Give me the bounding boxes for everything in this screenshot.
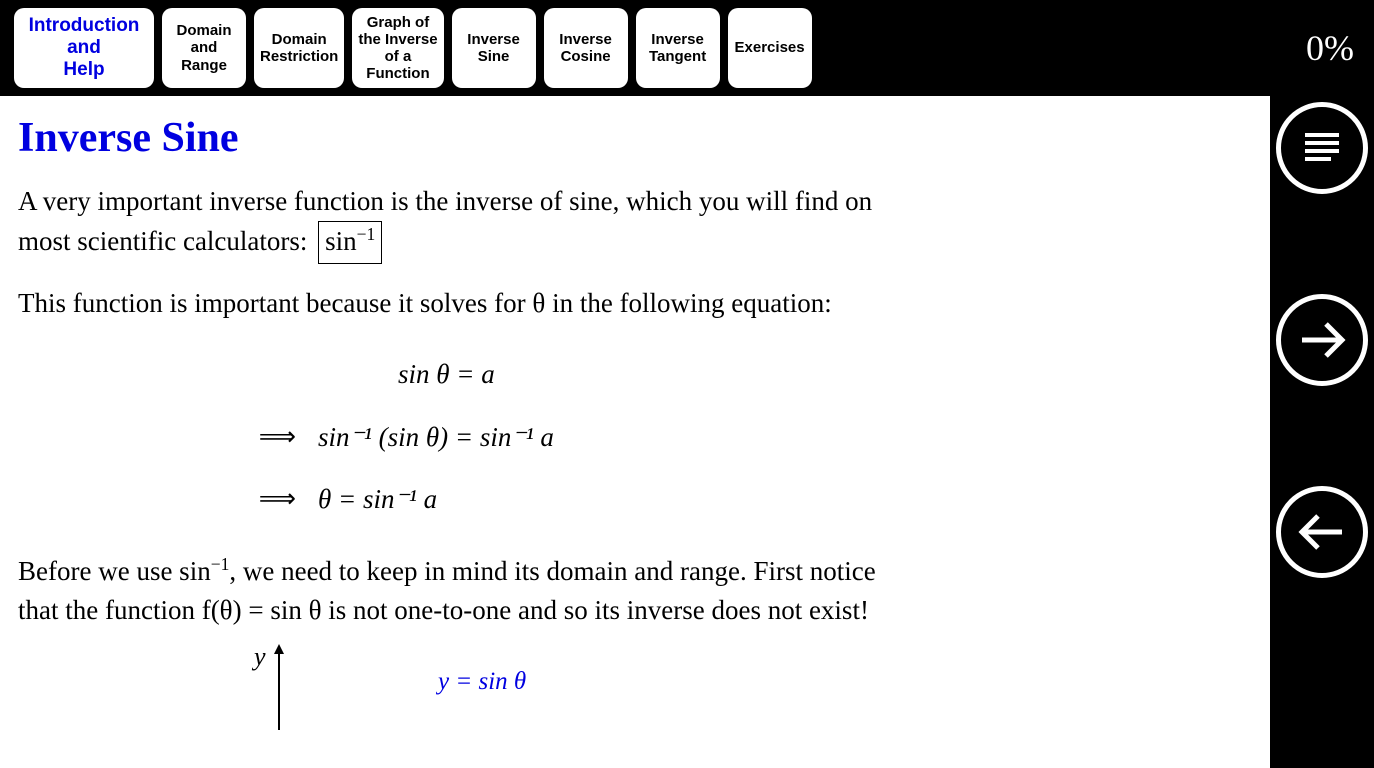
menu-icon xyxy=(1295,121,1349,175)
tab-1[interactable]: Domain and Range xyxy=(162,8,246,88)
intro-text: A very important inverse function is the… xyxy=(18,186,872,256)
implies-arrow: ⟹ xyxy=(178,407,318,467)
para3-part-a: Before we use sin xyxy=(18,556,211,586)
arrow-right-icon xyxy=(1292,310,1352,370)
progress-indicator: 0% xyxy=(1306,27,1354,69)
next-button[interactable] xyxy=(1276,294,1368,386)
implies-arrow: ⟹ xyxy=(178,469,318,529)
tab-6[interactable]: Inverse Tangent xyxy=(636,8,720,88)
eq1-expr: sin θ = a xyxy=(398,343,495,405)
y-axis-line xyxy=(278,650,280,730)
content-area: Inverse Sine A very important inverse fu… xyxy=(0,96,1270,768)
equation-block: sin θ = a ⟹ sin⁻¹ (sin θ) = sin⁻¹ a ⟹ θ … xyxy=(18,343,1252,529)
exponent-minus-one: −1 xyxy=(211,554,230,574)
equation-3: ⟹ θ = sin⁻¹ a xyxy=(18,468,1252,530)
menu-button[interactable] xyxy=(1276,102,1368,194)
prev-button[interactable] xyxy=(1276,486,1368,578)
top-nav-bar: Introduction and HelpDomain and RangeDom… xyxy=(0,0,1374,96)
tab-4[interactable]: Inverse Sine xyxy=(452,8,536,88)
graph-preview: y y = sin θ xyxy=(278,650,1252,700)
y-axis-label: y xyxy=(254,642,266,672)
equation-1: sin θ = a xyxy=(18,343,1252,405)
sin-label: sin xyxy=(325,226,357,256)
explanation-paragraph: This function is important because it so… xyxy=(18,284,888,323)
tab-2[interactable]: Domain Restriction xyxy=(254,8,344,88)
eq2-expr: sin⁻¹ (sin θ) = sin⁻¹ a xyxy=(318,406,554,468)
eq3-expr: θ = sin⁻¹ a xyxy=(318,468,437,530)
calculator-key-box: sin−1 xyxy=(318,221,382,264)
exponent-minus-one: −1 xyxy=(357,224,376,244)
domain-range-paragraph: Before we use sin−1, we need to keep in … xyxy=(18,552,888,630)
equation-2: ⟹ sin⁻¹ (sin θ) = sin⁻¹ a xyxy=(18,406,1252,468)
tabs-container: Introduction and HelpDomain and RangeDom… xyxy=(14,8,812,88)
intro-paragraph: A very important inverse function is the… xyxy=(18,182,888,264)
tab-5[interactable]: Inverse Cosine xyxy=(544,8,628,88)
tab-0[interactable]: Introduction and Help xyxy=(14,8,154,88)
arrow-left-icon xyxy=(1292,502,1352,562)
right-sidebar xyxy=(1270,96,1374,768)
page-title: Inverse Sine xyxy=(18,114,1252,162)
tab-3[interactable]: Graph of the Inverse of a Function xyxy=(352,8,443,88)
tab-7[interactable]: Exercises xyxy=(728,8,812,88)
graph-equation: y = sin θ xyxy=(438,668,526,696)
